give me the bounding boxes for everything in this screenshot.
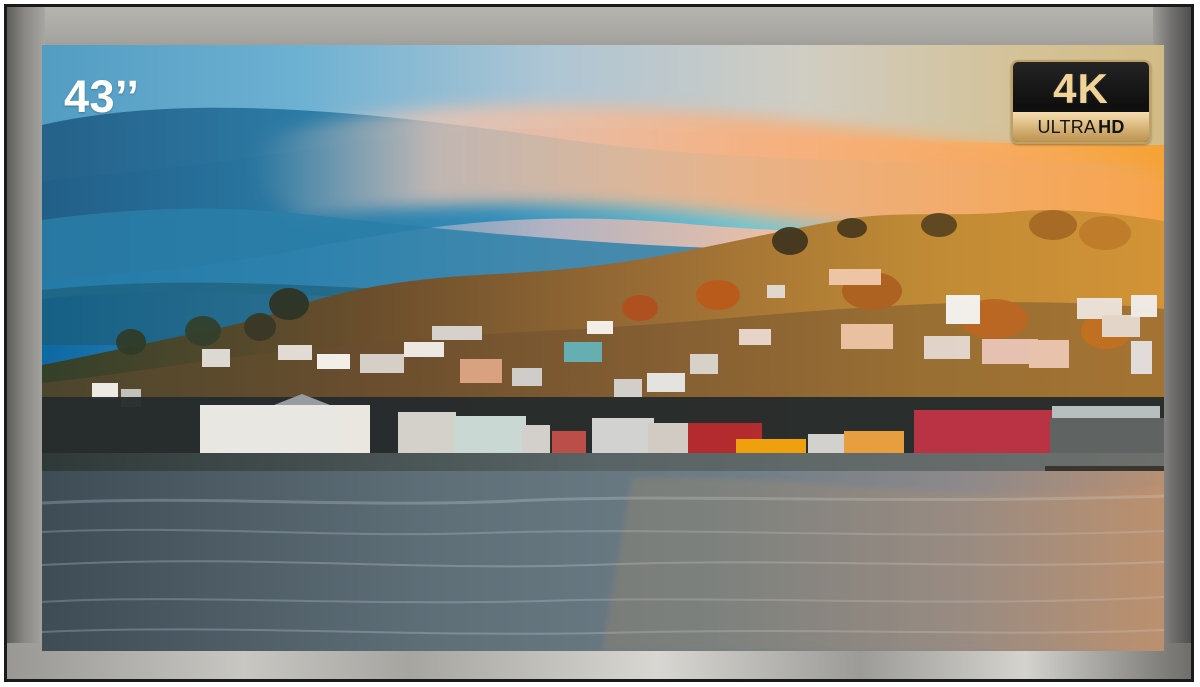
- product-image-canvas: 43’’ 4K ULTRA HD: [0, 0, 1200, 687]
- badge-hd-text: HD: [1098, 116, 1125, 137]
- tv-screen: 43’’ 4K ULTRA HD: [42, 45, 1164, 651]
- badge-ultra-text: ULTRA: [1037, 116, 1097, 137]
- screen-size-label: 43’’: [64, 71, 140, 122]
- frame-left-shadow: [7, 7, 45, 679]
- coastal-town-screen-image: [42, 45, 1164, 651]
- ultra-hd-badge: 4K ULTRA HD: [1011, 60, 1151, 144]
- badge-ultra-hd-strip: ULTRA HD: [1013, 112, 1149, 142]
- frame-top-reflection: [7, 7, 1191, 47]
- tv-frame: 43’’ 4K ULTRA HD: [4, 4, 1194, 682]
- badge-resolution: 4K: [1053, 64, 1109, 112]
